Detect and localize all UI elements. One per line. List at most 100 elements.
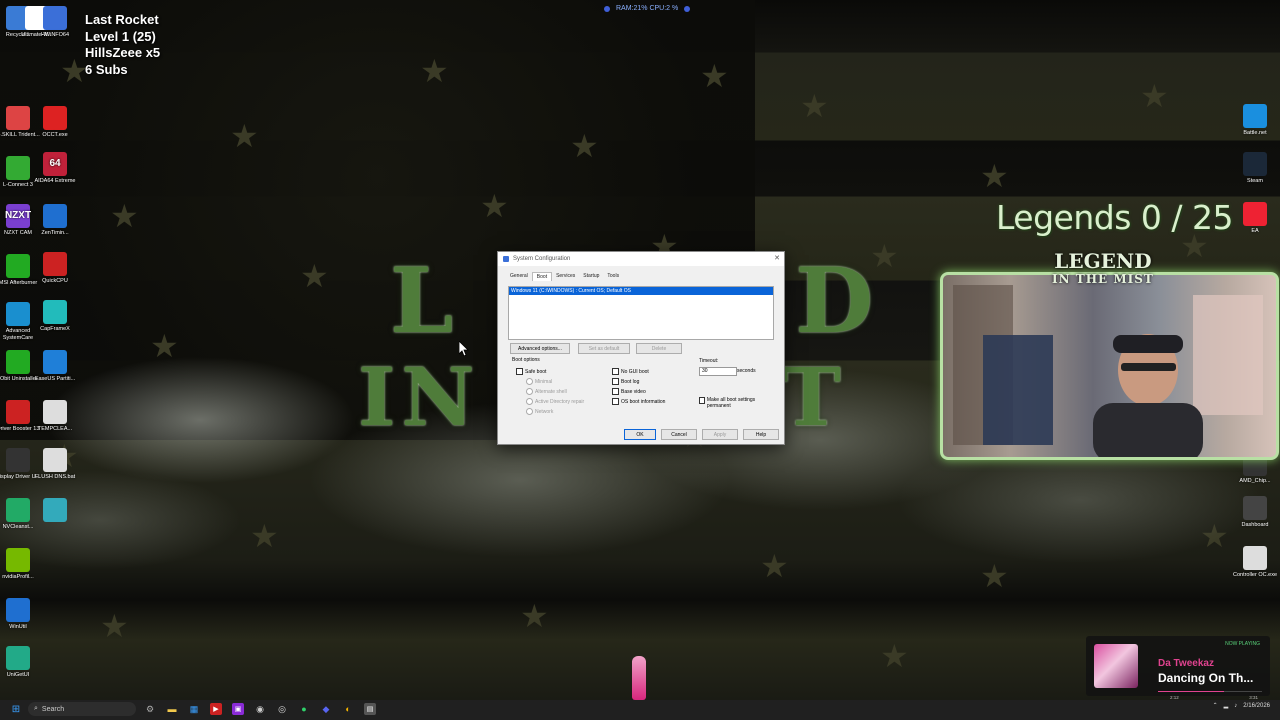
alternate-shell-radio[interactable]: Alternate shell xyxy=(526,388,567,395)
track-progress-fill xyxy=(1158,691,1224,692)
minimal-label: Minimal xyxy=(535,378,553,385)
obs-icon[interactable]: ◉ xyxy=(254,703,266,715)
network-icon[interactable]: ▂ xyxy=(1224,702,1229,709)
flag-star-icon: ★ xyxy=(1140,77,1169,115)
album-art xyxy=(1094,644,1138,688)
desktop-icon[interactable]: HWiNFO64 xyxy=(32,6,78,39)
desktop-icon[interactable]: CapFrameX xyxy=(32,300,78,333)
tab-tools[interactable]: Tools xyxy=(603,272,623,281)
steam-icon xyxy=(1243,152,1267,176)
os-boot-info-checkbox[interactable]: OS boot information xyxy=(612,398,665,405)
xbox-icon[interactable]: ● xyxy=(298,703,310,715)
gskill-icon xyxy=(6,106,30,130)
boot-os-entry[interactable]: Windows 11 (C:\WINDOWS) : Current OS; De… xyxy=(509,287,773,295)
desktop-icon-label: HWiNFO64 xyxy=(40,32,70,38)
msi-icon xyxy=(6,254,30,278)
taskbar-search[interactable]: ⌕ Search xyxy=(28,702,136,716)
apply-button[interactable]: Apply xyxy=(702,429,738,440)
set-default-button[interactable]: Set as default xyxy=(578,343,630,354)
desktop-icon-label: NVCleanst... xyxy=(2,524,34,530)
discord-icon[interactable]: ◆ xyxy=(320,703,332,715)
desktop-icon-label: AIDA64 Extreme xyxy=(34,178,76,184)
base-video-label: Base video xyxy=(621,388,646,395)
quickcpu-icon xyxy=(43,252,67,276)
winutil-icon xyxy=(6,598,30,622)
windows-start-icon[interactable]: ⊞ xyxy=(10,703,22,715)
boot-log-label: Boot log xyxy=(621,378,640,385)
media-app-icon[interactable]: ▶ xyxy=(210,703,222,715)
now-playing-tag: NOW PLAYING xyxy=(1225,641,1260,647)
delete-button[interactable]: Delete xyxy=(636,343,682,354)
flag-star-icon: ★ xyxy=(570,127,599,165)
network-radio[interactable]: Network xyxy=(526,408,553,415)
desktop-icon[interactable]: EA xyxy=(1232,202,1278,235)
boot-os-list[interactable]: Windows 11 (C:\WINDOWS) : Current OS; De… xyxy=(508,286,774,340)
now-playing-widget: NOW PLAYING Da Tweekaz Dancing On Th... … xyxy=(1086,636,1270,700)
desktop-icon[interactable]: Steam xyxy=(1232,152,1278,185)
flag-star-icon: ★ xyxy=(110,197,139,235)
timeout-label: Timeout: xyxy=(699,358,719,364)
nzxt-icon: NZXT xyxy=(5,204,31,228)
dialog-tabs: General Boot Services Startup Tools xyxy=(506,272,784,281)
timeout-input[interactable]: 30 xyxy=(699,367,737,376)
ddu-icon xyxy=(6,448,30,472)
desktop-icon[interactable]: TEMPCLEA... xyxy=(32,400,78,433)
flag-star-icon: ★ xyxy=(420,52,449,90)
desktop-icon[interactable]: nvidiaProfil... xyxy=(0,548,41,581)
battlenet-icon xyxy=(1243,104,1267,128)
tray-chevron-icon[interactable]: ⌃ xyxy=(1213,702,1218,709)
tab-boot[interactable]: Boot xyxy=(531,272,553,281)
desktop-icon[interactable]: ZenTimin... xyxy=(32,204,78,237)
minimal-radio[interactable]: Minimal xyxy=(526,378,552,385)
desktop-icon[interactable]: WinUtil xyxy=(0,598,41,631)
volume-icon[interactable]: ♪ xyxy=(1234,703,1237,709)
tab-startup[interactable]: Startup xyxy=(579,272,603,281)
unigetui-icon xyxy=(6,646,30,670)
system-configuration-dialog[interactable]: System Configuration ✕ General Boot Serv… xyxy=(497,251,785,445)
base-video-checkbox[interactable]: Base video xyxy=(612,388,646,395)
ok-button[interactable]: OK xyxy=(624,429,656,440)
desktop-icon[interactable]: FLUSH DNS.bat xyxy=(32,448,78,481)
desktop-icon[interactable]: Controller OC.exe xyxy=(1232,546,1278,579)
tray-date[interactable]: 2/16/2026 xyxy=(1243,703,1270,709)
desktop-icon[interactable]: Dashboard xyxy=(1232,496,1278,529)
track-progress-track xyxy=(1158,691,1262,692)
mouse-cursor-icon xyxy=(459,341,469,356)
legends-counter: Legends 0 / 25 xyxy=(996,198,1234,237)
desktop-icon-label: FLUSH DNS.bat xyxy=(34,474,76,480)
driverbooster-icon xyxy=(6,400,30,424)
desktop-icon-label: TEMPCLEA... xyxy=(37,426,73,432)
desktop-icon[interactable]: UniGetUI xyxy=(0,646,41,679)
performance-overlay: RAM:21% CPU:2 % xyxy=(596,3,698,14)
perf-dot-icon xyxy=(604,5,610,12)
file-explorer-icon[interactable]: ▬ xyxy=(166,703,178,715)
advanced-options-button[interactable]: Advanced options... xyxy=(510,343,570,354)
ad-repair-label: Active Directory repair xyxy=(535,398,585,405)
store-icon[interactable]: ▦ xyxy=(188,703,200,715)
desktop-icon[interactable]: Battle.net xyxy=(1232,104,1278,137)
desktop-icon[interactable]: QuickCPU xyxy=(32,252,78,285)
settings-gear-icon[interactable]: ⚙ xyxy=(144,703,156,715)
desktop-icon[interactable] xyxy=(32,498,78,524)
stat-gifter: HillsZeee x5 xyxy=(85,45,161,60)
cancel-button[interactable]: Cancel xyxy=(661,429,697,440)
boot-log-checkbox[interactable]: Boot log xyxy=(612,378,639,385)
desktop-icon[interactable]: 64 AIDA64 Extreme xyxy=(32,152,78,185)
help-button[interactable]: Help xyxy=(743,429,779,440)
desktop-icon[interactable]: EaseUS Partiti... xyxy=(32,350,78,383)
perf-readout: RAM:21% CPU:2 % xyxy=(616,5,679,12)
msconfig-taskbar-icon[interactable]: ▤ xyxy=(364,703,376,715)
desktop-icon[interactable]: OCCT.exe xyxy=(32,106,78,139)
steam-taskbar-icon[interactable]: ◎ xyxy=(276,703,288,715)
ad-repair-radio[interactable]: Active Directory repair xyxy=(526,398,584,405)
safe-boot-checkbox[interactable]: Safe boot xyxy=(516,368,546,375)
chrome-icon[interactable]: ◐ xyxy=(342,703,354,715)
close-icon[interactable]: ✕ xyxy=(774,254,780,262)
batch-file-icon xyxy=(43,448,67,472)
no-gui-boot-checkbox[interactable]: No GUI boot xyxy=(612,368,649,375)
tab-general[interactable]: General xyxy=(506,272,532,281)
tab-services[interactable]: Services xyxy=(552,272,579,281)
dialog-titlebar[interactable]: System Configuration ✕ xyxy=(498,252,784,266)
make-permanent-checkbox[interactable]: Make all boot settings permanent xyxy=(699,397,763,409)
twitch-icon[interactable]: ▣ xyxy=(232,703,244,715)
